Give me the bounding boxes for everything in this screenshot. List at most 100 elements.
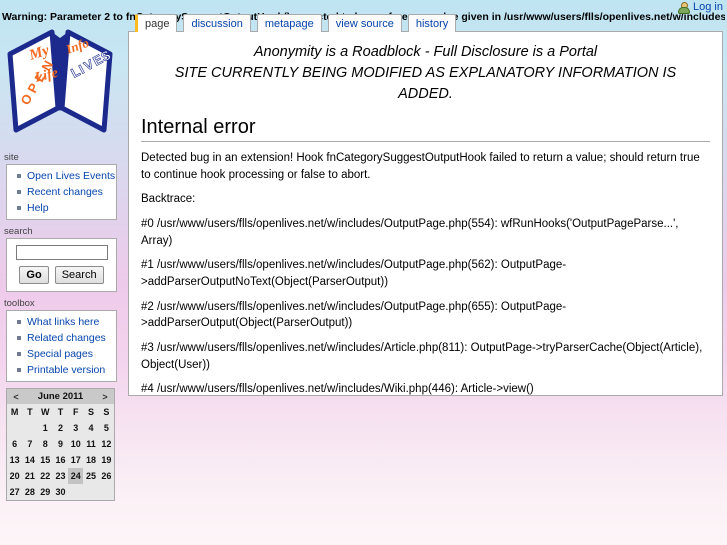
calendar-day[interactable]: 25: [83, 468, 98, 484]
sidebar-link-label[interactable]: Help: [27, 202, 49, 214]
calendar-day[interactable]: 27: [7, 484, 22, 500]
page-title: Internal error: [141, 115, 710, 143]
calendar-weekday: S: [88, 407, 95, 417]
sidebar-link-label[interactable]: Recent changes: [27, 186, 103, 198]
calendar-day[interactable]: 6: [7, 436, 22, 452]
calendar-week-row: 27 28 29 30: [7, 484, 114, 500]
calendar-day[interactable]: 9: [53, 436, 68, 452]
calendar-weekday: T: [57, 407, 64, 417]
calendar-day[interactable]: 29: [38, 484, 53, 500]
tab-page[interactable]: page: [135, 14, 178, 32]
search-input[interactable]: [15, 245, 108, 260]
error-body: Detected bug in an extension! Hook fnCat…: [141, 150, 710, 396]
user-icon: [677, 1, 691, 14]
calendar-day[interactable]: 2: [53, 420, 68, 436]
portlet-search-body: Go Search: [6, 238, 117, 292]
tab-metapage[interactable]: metapage: [256, 14, 322, 32]
sidebar-item-special-pages[interactable]: Special pages: [17, 346, 116, 362]
calendar-day[interactable]: 10: [68, 436, 83, 452]
sidebar-link-label[interactable]: Open Lives Events: [27, 170, 115, 182]
site-notice-line-2: SITE CURRENTLY BEING MODIFIED AS EXPLANA…: [174, 65, 677, 103]
portlet-site-heading: site: [4, 152, 19, 163]
sidebar-item-recent-changes[interactable]: Recent changes: [17, 184, 116, 200]
calendar-day-empty: [7, 420, 22, 436]
calendar-weekday: T: [27, 407, 33, 417]
calendar-day[interactable]: 8: [38, 436, 53, 452]
page-root: Log in Warning: Parameter 2 to fnCategor…: [0, 0, 727, 545]
open-lives-book-icon: My Life Info O P E N L I V E S: [7, 29, 114, 133]
sidebar-link-label[interactable]: Printable version: [27, 364, 105, 376]
backtrace-line: #2 /usr/www/users/flls/openlives.net/w/i…: [141, 300, 567, 330]
calendar-day[interactable]: 16: [53, 452, 68, 468]
calendar-day-empty: [83, 484, 98, 500]
calendar-day[interactable]: 14: [22, 452, 37, 468]
calendar-day[interactable]: 24: [68, 468, 84, 484]
portlet-toolbox: toolbox What links here Related changes …: [0, 298, 121, 382]
calendar-day[interactable]: 12: [99, 436, 114, 452]
portlet-site: site Open Lives Events Recent changes He…: [0, 152, 121, 220]
calendar-day[interactable]: 22: [38, 468, 53, 484]
calendar-day[interactable]: 3: [68, 420, 83, 436]
calendar-weekday: M: [10, 407, 19, 417]
calendar-weekday: F: [73, 407, 79, 417]
site-notice: Anonymity is a Roadblock - Full Disclosu…: [141, 42, 710, 105]
tab-history[interactable]: history: [407, 14, 457, 32]
calendar-day[interactable]: 5: [99, 420, 114, 436]
site-logo[interactable]: My Life Info O P E N L I V E S: [0, 12, 121, 152]
calendar-day-empty: [68, 484, 83, 500]
search-submit-button[interactable]: Search: [54, 266, 104, 284]
portlet-search: search Go Search: [0, 226, 121, 292]
error-description: Detected bug in an extension! Hook fnCat…: [141, 152, 700, 181]
calendar-weekday-row: M T W T F S S: [7, 404, 114, 420]
calendar-day[interactable]: 17: [68, 452, 83, 468]
content-tabs: page discussion metapage view source his…: [135, 11, 462, 32]
sidebar-link-label[interactable]: What links here: [27, 316, 99, 328]
sidebar-link-label[interactable]: Related changes: [27, 332, 106, 344]
calendar-weekday: W: [40, 407, 50, 417]
calendar-title: June 2011: [37, 391, 84, 402]
calendar-day[interactable]: 30: [53, 484, 68, 500]
tab-discussion[interactable]: discussion: [183, 14, 251, 32]
sidebar-item-related-changes[interactable]: Related changes: [17, 330, 116, 346]
calendar-week-row: 13 14 15 16 17 18 19: [7, 452, 114, 468]
calendar-widget: < June 2011 > M T W T F S S 12345678910 …: [6, 388, 115, 501]
sidebar-item-what-links-here[interactable]: What links here: [17, 314, 116, 330]
sidebar-link-label[interactable]: Special pages: [27, 348, 93, 360]
calendar-day[interactable]: 20: [7, 468, 22, 484]
calendar-day-empty: [99, 484, 114, 500]
log-in-link[interactable]: Log in: [693, 1, 723, 13]
backtrace-line: #1 /usr/www/users/flls/openlives.net/w/i…: [141, 259, 567, 289]
calendar-day[interactable]: 15: [38, 452, 53, 468]
calendar-day[interactable]: 23: [53, 468, 68, 484]
portlet-toolbox-heading: toolbox: [4, 298, 35, 309]
calendar-prev-month-button[interactable]: <: [11, 392, 21, 402]
calendar-day[interactable]: 11: [83, 436, 98, 452]
calendar-week-row: 20 21 22 23 24 25 26: [7, 468, 114, 484]
backtrace-line: #4 /usr/www/users/flls/openlives.net/w/i…: [141, 383, 534, 396]
calendar-day[interactable]: 7: [22, 436, 37, 452]
main-content: Anonymity is a Roadblock - Full Disclosu…: [128, 31, 723, 396]
tab-view-source[interactable]: view source: [327, 14, 402, 32]
search-go-button[interactable]: Go: [19, 266, 49, 284]
calendar-next-month-button[interactable]: >: [100, 392, 110, 402]
backtrace-list: #0 /usr/www/users/flls/openlives.net/w/i…: [141, 216, 710, 396]
sidebar-item-open-lives-events[interactable]: Open Lives Events: [17, 168, 116, 184]
personal-bar: Log in: [677, 0, 723, 14]
calendar-day[interactable]: 26: [99, 468, 114, 484]
calendar-day[interactable]: 1: [38, 420, 53, 436]
sidebar: My Life Info O P E N L I V E S site Open…: [0, 12, 121, 501]
calendar-day[interactable]: 4: [83, 420, 98, 436]
calendar-table: M T W T F S S 1 2 3 4 5 6 7 8 9 10 11 12 13 14 15 16 17 1…: [7, 404, 114, 500]
calendar-day[interactable]: 18: [83, 452, 98, 468]
sidebar-item-help[interactable]: Help: [17, 200, 116, 216]
calendar-week-row: 12345: [7, 420, 114, 436]
sidebar-item-printable-version[interactable]: Printable version: [17, 362, 116, 378]
search-button-group: Go Search: [7, 266, 116, 284]
calendar-day[interactable]: 28: [22, 484, 37, 500]
calendar-day[interactable]: 21: [22, 468, 37, 484]
calendar-weekday: S: [103, 407, 110, 417]
backtrace-line: #3 /usr/www/users/flls/openlives.net/w/i…: [141, 342, 703, 371]
calendar-day[interactable]: 19: [99, 452, 114, 468]
portlet-search-heading: search: [4, 226, 33, 237]
calendar-day[interactable]: 13: [7, 452, 22, 468]
